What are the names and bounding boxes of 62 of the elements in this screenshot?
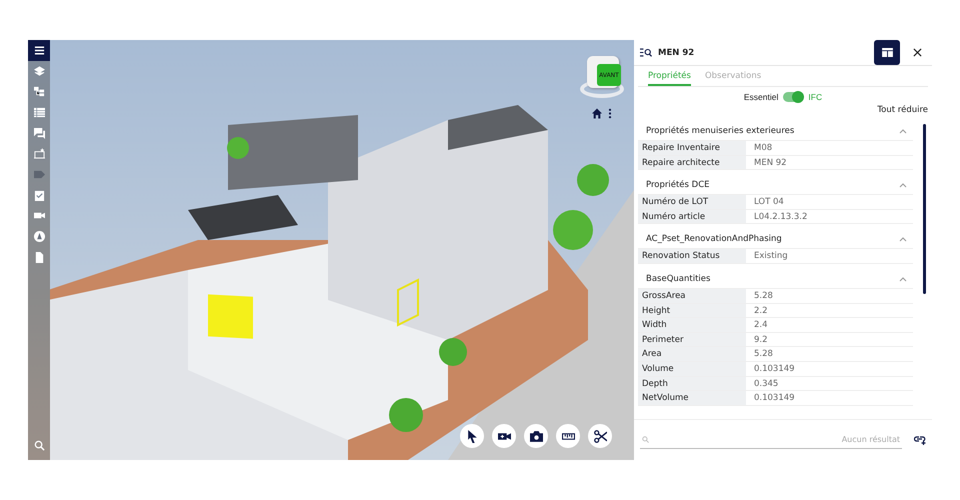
property-name: Width [638, 318, 746, 332]
group-title: Propriétés DCE [646, 180, 710, 192]
property-name: Depth [638, 376, 746, 390]
pointer-icon [466, 430, 478, 442]
search-icon [642, 436, 649, 443]
property-name: Numéro article [638, 210, 746, 224]
property-value: Existing [753, 250, 789, 263]
tree-icon [34, 86, 44, 98]
property-name: GrossArea [638, 288, 746, 303]
property-name: Numéro de LOT [638, 195, 746, 209]
layers-icon [34, 66, 44, 77]
home-button[interactable] [592, 108, 602, 119]
search-icon [34, 440, 44, 452]
property-value: 5.28 [753, 290, 774, 303]
property-name: NetVolume [638, 391, 746, 405]
property-value: 2.2 [753, 304, 769, 318]
scissors-icon [594, 430, 606, 442]
property-name: Area [638, 347, 746, 361]
table-icon [34, 106, 44, 118]
video-camera-icon [34, 210, 44, 222]
sidebar-tool[interactable] [28, 40, 50, 61]
tag-icon [34, 168, 44, 180]
toggle-label: Essentiel [744, 92, 778, 102]
checklist-icon [34, 190, 44, 201]
clipboard-star-icon [34, 148, 44, 160]
property-value: L04.2.13.3.2 [753, 210, 808, 224]
property-name: Volume [638, 362, 746, 376]
property-name: Repaire architecte [638, 156, 746, 170]
more-icon [608, 108, 612, 119]
property-value: MEN 92 [753, 156, 788, 170]
scrollbar-thumb[interactable] [923, 124, 926, 294]
comments-icon [34, 128, 44, 139]
group-title: AC_Pset_RenovationAndPhasing [646, 234, 782, 246]
collapse-all-link[interactable]: Tout réduire [877, 105, 928, 115]
toggle-label: IFC [808, 92, 822, 102]
layout-icon [882, 48, 892, 57]
property-value: 2.4 [753, 319, 769, 332]
property-value: 5.28 [753, 348, 774, 361]
property-value: M08 [753, 142, 774, 155]
property-name: Perimeter [638, 332, 746, 346]
layout-button[interactable] [874, 40, 900, 65]
group-title: Propriétés menuiseries exterieures [646, 126, 794, 138]
camera-icon [530, 430, 542, 442]
menu-icon [34, 44, 44, 56]
panel-title: MEN 92 [658, 48, 696, 58]
document-icon [34, 252, 44, 263]
more-button[interactable] [608, 108, 612, 119]
property-value: 0.103149 [753, 392, 796, 405]
property-name: Height [638, 304, 746, 318]
property-value: 0.345 [753, 378, 780, 390]
compass-icon [34, 231, 44, 242]
link-add-button[interactable] [914, 435, 926, 445]
home-icon [592, 108, 602, 119]
property-value: LOT 04 [753, 196, 785, 209]
toggle-switch[interactable] [783, 92, 804, 102]
result-status: Aucun résultat [842, 435, 900, 444]
property-name: Repaire Inventaire [638, 141, 746, 155]
group-title: BaseQuantities [646, 274, 710, 286]
property-value: 0.103149 [753, 362, 796, 376]
search-list-icon [640, 48, 652, 57]
property-name: Renovation Status [638, 249, 746, 263]
property-value: 9.2 [753, 334, 769, 346]
